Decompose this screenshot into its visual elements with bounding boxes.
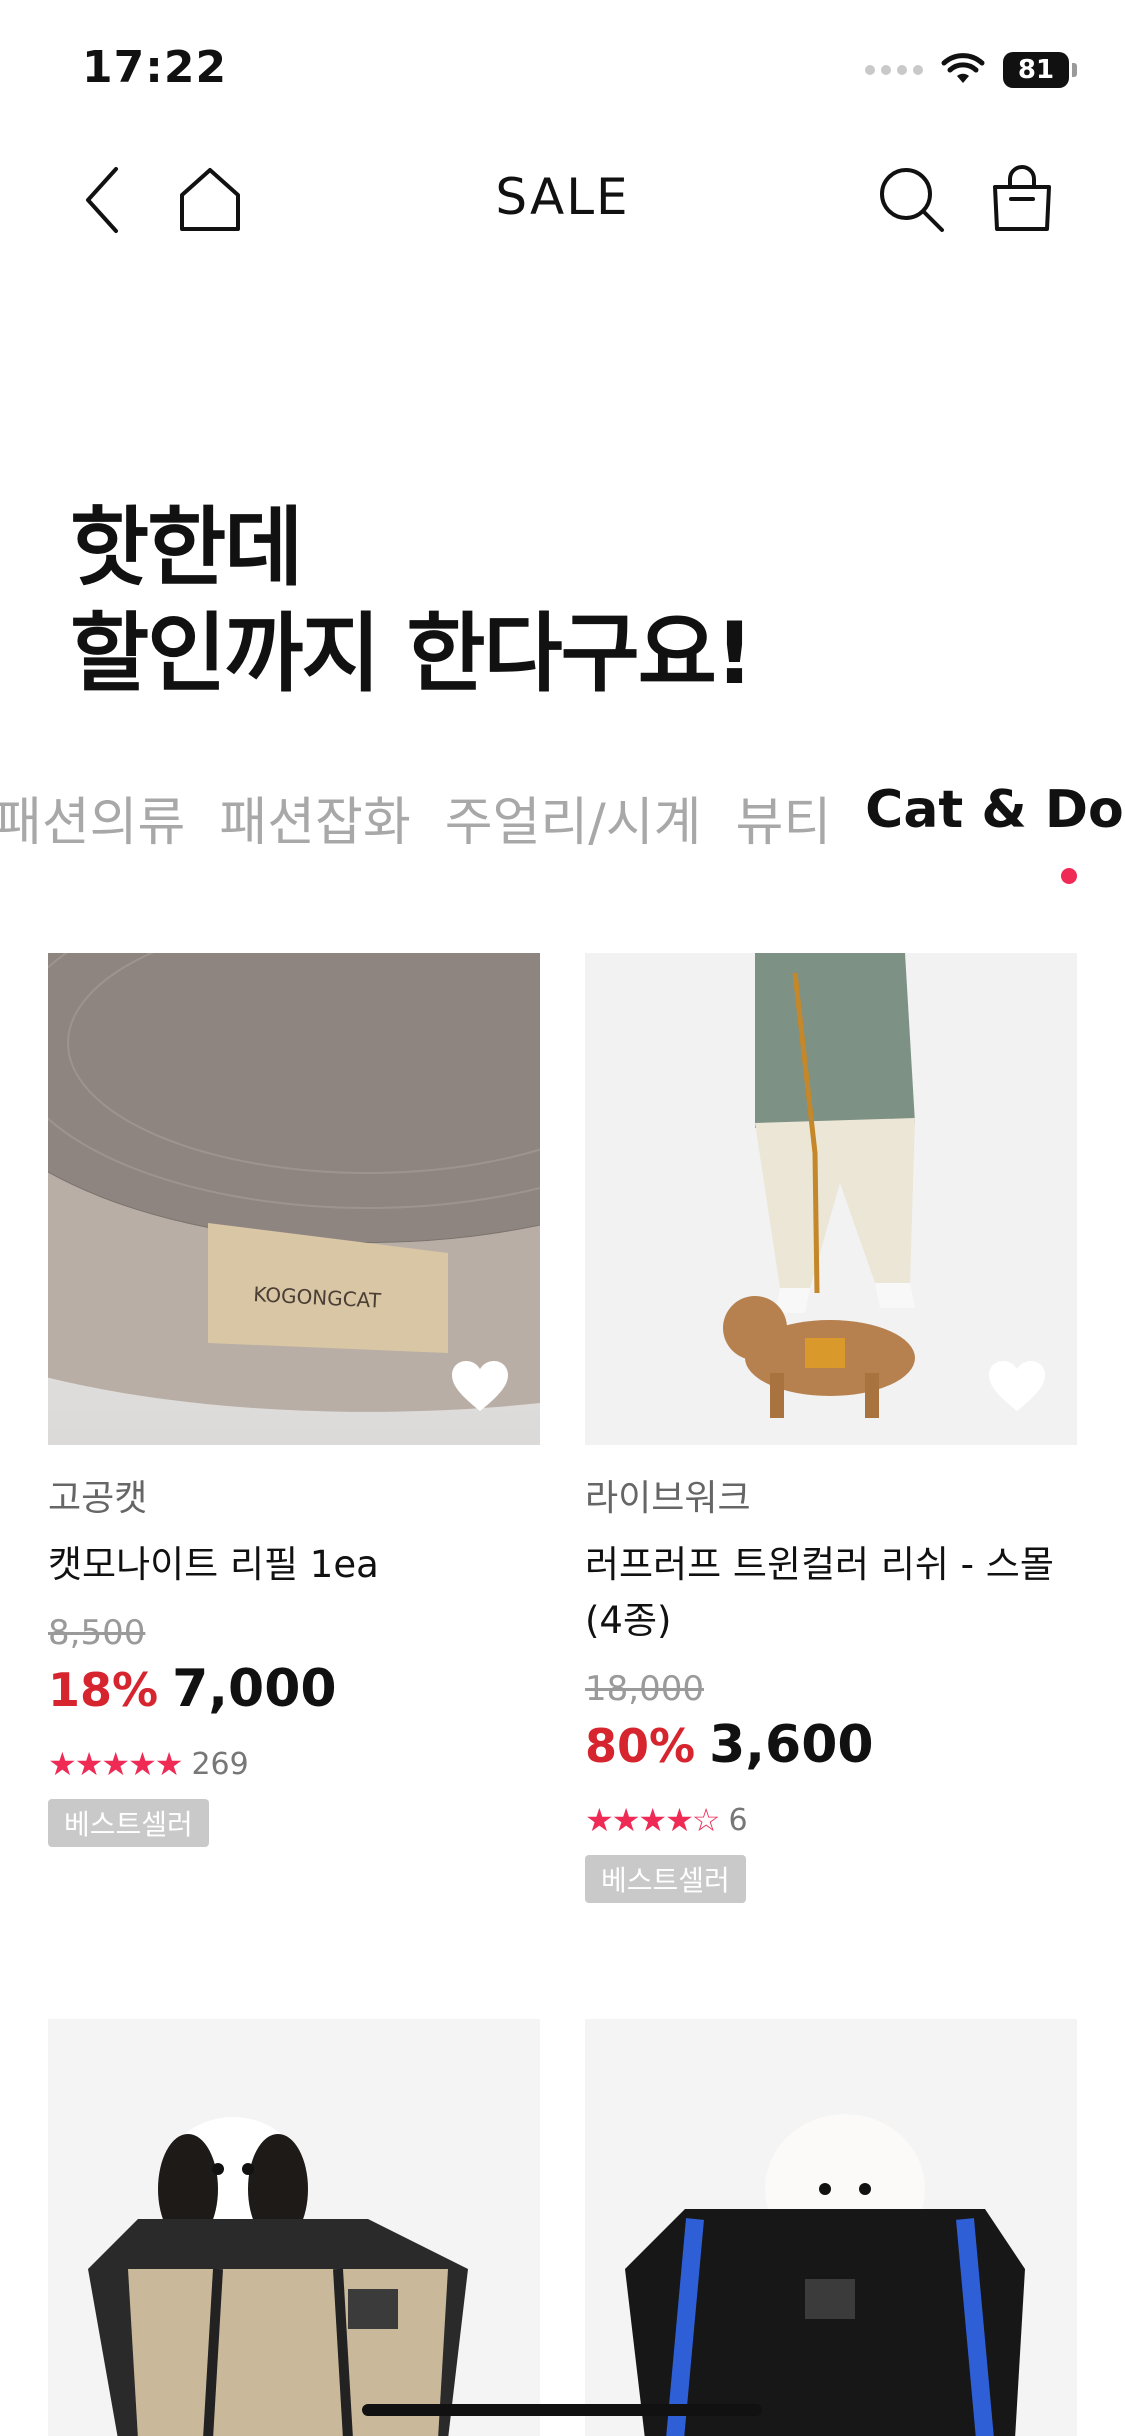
product-brand: 고공캣 [48, 1478, 148, 1519]
category-tabs: 패션의류 패션잡화 주얼리/시계 뷰티 Cat & Dog [0, 780, 1125, 890]
product-image[interactable] [48, 2019, 540, 2436]
original-price: 8,500 [48, 1613, 146, 1653]
headline-line-1: 핫한데 [70, 498, 303, 598]
active-tab-indicator [1061, 868, 1078, 884]
discount-rate: 18% [48, 1663, 159, 1717]
star-rating-icon: ★★★★☆ [585, 1801, 720, 1839]
product-image[interactable]: KOGONGCAT [48, 953, 540, 1445]
rating: ★★★★☆ 6 [585, 1801, 1077, 1839]
price-row: 18% 7,000 [48, 1659, 540, 1719]
rating: ★★★★★ 269 [48, 1745, 540, 1783]
product-card[interactable]: KOGONGCAT 고공캣 캣모나이트 리필 1ea 8,500 18% 7,0… [48, 953, 540, 1847]
bestseller-badge: 베스트셀러 [48, 1799, 209, 1847]
cart-button[interactable] [980, 158, 1064, 242]
home-indicator[interactable] [362, 2404, 762, 2416]
wishlist-heart-icon[interactable] [987, 1359, 1047, 1415]
tab-fashion-clothing[interactable]: 패션의류 [0, 780, 185, 855]
sale-price: 3,600 [709, 1715, 874, 1775]
product-image[interactable] [585, 953, 1077, 1445]
product-card[interactable] [48, 2019, 540, 2436]
battery-level: 81 [1003, 52, 1069, 88]
product-card[interactable]: 라이브워크 러프러프 트윈컬러 리쉬 - 스몰 (4종) 18,000 80% … [585, 953, 1077, 1903]
star-rating-icon: ★★★★★ [48, 1745, 183, 1783]
price-row: 80% 3,600 [585, 1715, 1077, 1775]
review-count: 6 [728, 1802, 748, 1838]
product-name[interactable]: 러프러프 트윈컬러 리쉬 - 스몰 (4종) [585, 1537, 1077, 1649]
tab-beauty[interactable]: 뷰티 [735, 780, 831, 855]
wishlist-heart-icon[interactable] [450, 1359, 510, 1415]
shopping-bag-icon [993, 165, 1051, 231]
pet-carrier-bag-image [585, 2019, 1077, 2436]
tab-jewelry-watch[interactable]: 주얼리/시계 [445, 780, 702, 855]
discount-rate: 80% [585, 1719, 696, 1773]
wifi-icon [941, 53, 985, 83]
search-icon [880, 168, 944, 232]
sale-price: 7,000 [172, 1659, 337, 1719]
cellular-signal-icon [865, 65, 923, 75]
status-bar: 17:22 81 [0, 0, 1125, 140]
tab-cat-and-dog[interactable]: Cat & Dog [865, 780, 1125, 884]
product-brand: 라이브워크 [585, 1478, 751, 1519]
tab-cat-and-dog-label: Cat & Dog [865, 780, 1125, 840]
pet-carrier-bag-image [48, 2019, 540, 2436]
page-title: SALE [495, 168, 630, 226]
product-image[interactable] [585, 2019, 1077, 2436]
bestseller-badge: 베스트셀러 [585, 1855, 746, 1903]
top-nav-bar: SALE [0, 140, 1125, 260]
product-card[interactable] [585, 2019, 1077, 2436]
product-name[interactable]: 캣모나이트 리필 1ea [48, 1537, 540, 1593]
promo-headline: 핫한데 할인까지 한다구요! [70, 495, 1070, 707]
original-price: 18,000 [585, 1669, 704, 1709]
status-time: 17:22 [82, 42, 228, 93]
battery-icon: 81 [1003, 52, 1077, 88]
tab-fashion-accessories[interactable]: 패션잡화 [219, 780, 410, 855]
headline-line-2: 할인까지 한다구요! [70, 604, 754, 704]
review-count: 269 [191, 1746, 249, 1782]
search-button[interactable] [870, 158, 954, 242]
status-icons: 81 [865, 48, 1077, 92]
